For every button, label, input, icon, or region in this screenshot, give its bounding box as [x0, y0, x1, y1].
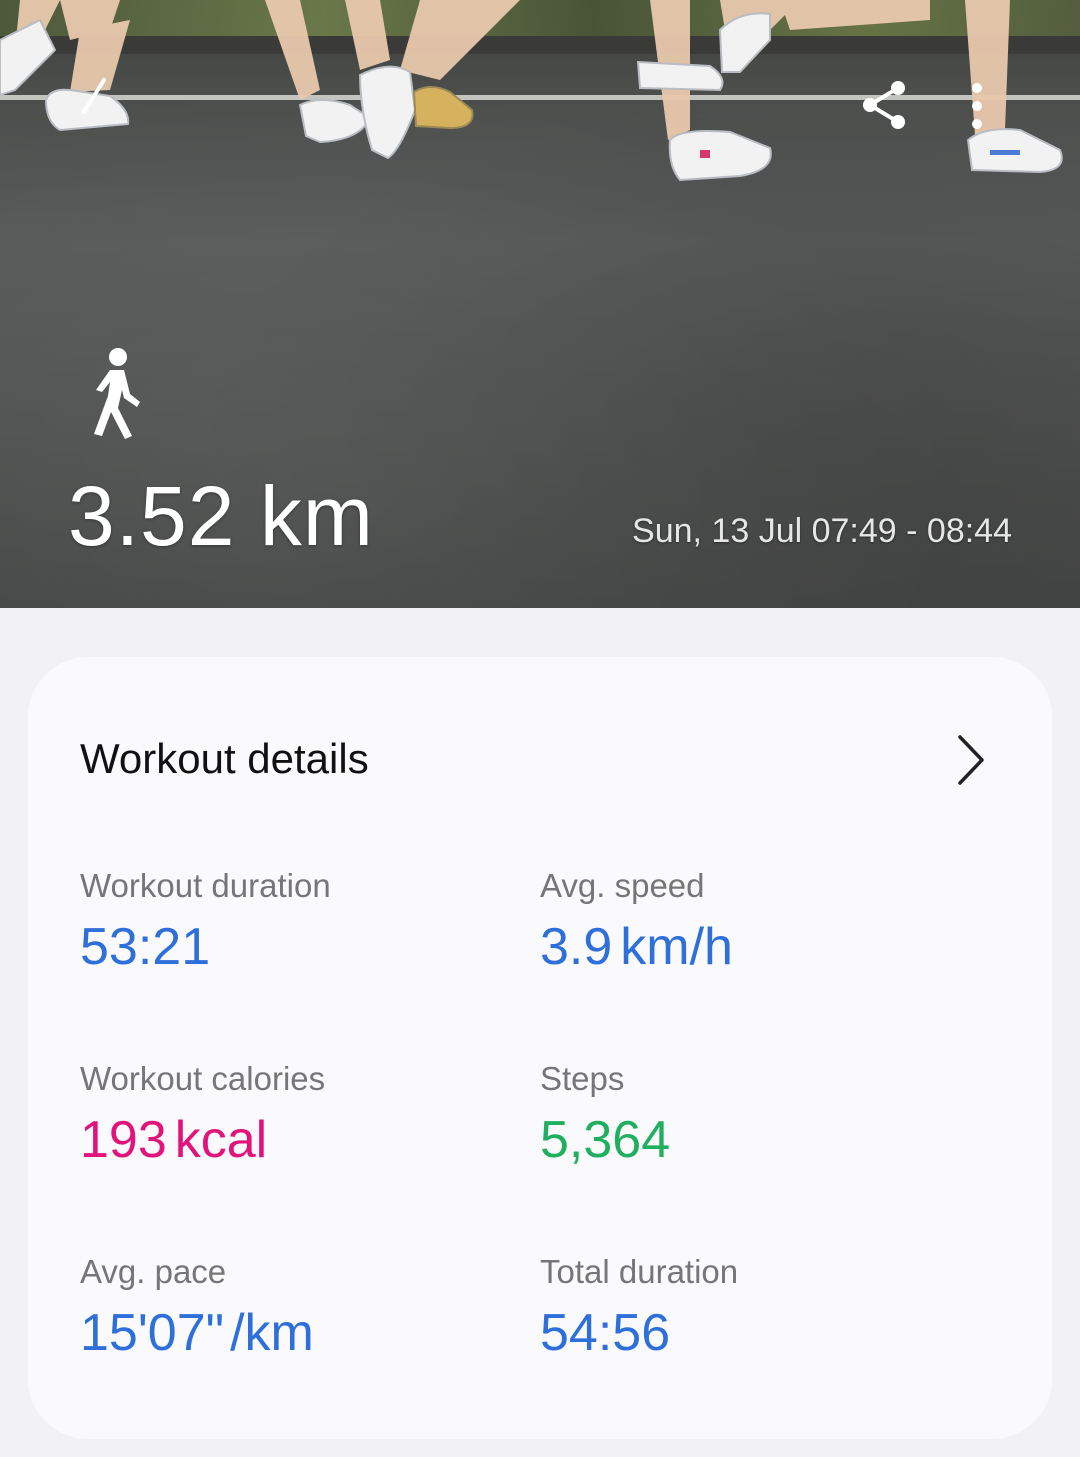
- stat-value: 53:21: [80, 917, 331, 977]
- stat-avg-speed: Avg. speed 3.9 km/h: [540, 867, 733, 977]
- workout-details-card[interactable]: Workout details Workout duration 53:21 A…: [28, 657, 1052, 1439]
- stat-steps: Steps 5,364: [540, 1060, 670, 1170]
- stat-label: Workout duration: [80, 867, 331, 904]
- more-vert-icon[interactable]: [960, 78, 994, 134]
- workout-header-photo: 3.52 km Sun, 13 Jul 07:49 - 08:44: [0, 0, 1080, 608]
- stat-number: 15'07": [80, 1304, 225, 1362]
- stat-total-duration: Total duration 54:56: [540, 1253, 738, 1363]
- stat-number: 5,364: [540, 1111, 671, 1169]
- stat-label: Avg. pace: [80, 1253, 227, 1290]
- stat-value: 3.9 km/h: [540, 917, 733, 977]
- stat-unit: km/h: [620, 918, 733, 976]
- workout-time-range: Sun, 13 Jul 07:49 - 08:44: [632, 512, 1012, 550]
- back-arrow-icon[interactable]: [60, 70, 120, 130]
- stat-value: 193 kcal: [80, 1110, 325, 1170]
- stat-label: Workout calories: [80, 1060, 326, 1097]
- stat-label: Total duration: [540, 1253, 739, 1290]
- stat-label: Avg. speed: [540, 867, 705, 904]
- stat-unit: /km: [230, 1304, 314, 1362]
- stat-value: 54:56: [540, 1303, 738, 1363]
- stat-unit: kcal: [174, 1111, 268, 1169]
- stat-number: 53:21: [80, 918, 211, 976]
- stat-number: 3.9: [540, 918, 613, 976]
- chevron-right-icon[interactable]: [950, 729, 990, 791]
- stat-label: Steps: [540, 1060, 625, 1097]
- card-title: Workout details: [80, 735, 369, 782]
- stat-value: 5,364: [540, 1110, 670, 1170]
- stat-value: 15'07"/km: [80, 1303, 314, 1363]
- stat-avg-pace: Avg. pace 15'07"/km: [80, 1253, 314, 1363]
- share-icon[interactable]: [856, 76, 914, 134]
- stat-number: 54:56: [540, 1304, 671, 1362]
- walking-person-icon: [94, 348, 140, 439]
- workout-distance: 3.52 km: [68, 469, 374, 563]
- stat-number: 193: [80, 1111, 167, 1169]
- stat-workout-calories: Workout calories 193 kcal: [80, 1060, 325, 1170]
- stat-workout-duration: Workout duration 53:21: [80, 867, 331, 977]
